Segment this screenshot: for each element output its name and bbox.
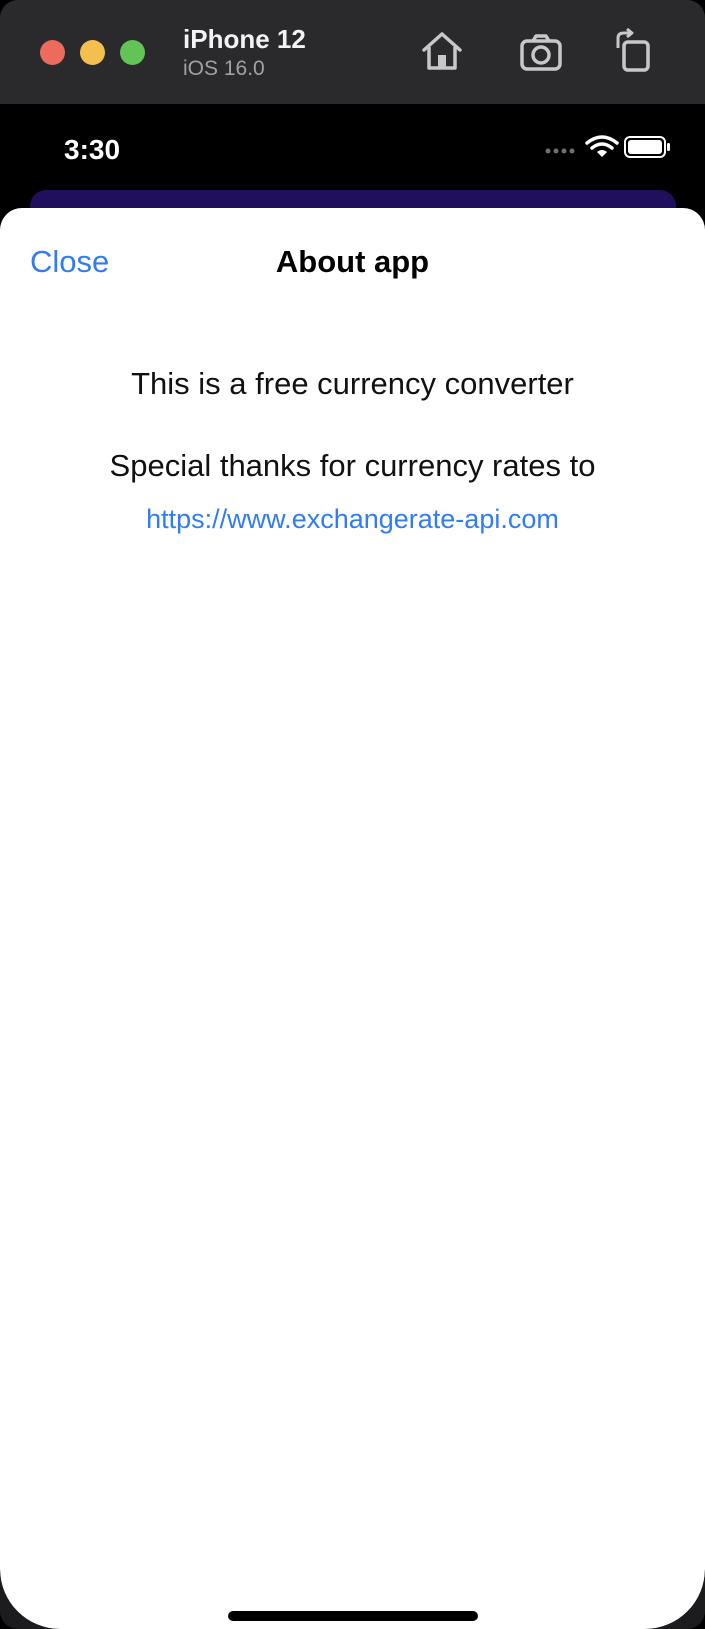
device-screen: 3:30 Close About app This is a free curr… <box>0 104 705 1629</box>
simulator-window: iPhone 12 iOS 16.0 3:30 Close About app … <box>0 0 705 1629</box>
minimize-window-button[interactable] <box>80 40 105 65</box>
rotate-icon[interactable] <box>610 27 658 76</box>
zoom-window-button[interactable] <box>120 40 145 65</box>
home-icon[interactable] <box>418 28 466 76</box>
description-text: This is a free currency converter <box>131 366 574 401</box>
about-sheet: Close About app This is a free currency … <box>0 208 705 1629</box>
sheet-title: About app <box>275 244 430 279</box>
screenshot-icon[interactable] <box>518 28 566 76</box>
close-window-button[interactable] <box>40 40 65 65</box>
cellular-dots-icon <box>545 148 575 154</box>
status-time: 3:30 <box>64 134 121 165</box>
thanks-text: Special thanks for currency rates to <box>109 448 596 483</box>
battery-icon <box>624 136 670 158</box>
simulator-titlebar: iPhone 12 iOS 16.0 <box>0 0 705 105</box>
exchange-rate-link[interactable]: https://www.exchangerate-api.com <box>0 504 705 535</box>
home-indicator[interactable] <box>228 1611 478 1621</box>
status-icons <box>545 134 675 164</box>
wifi-icon <box>585 135 619 157</box>
device-os-version: iOS 16.0 <box>183 57 265 80</box>
device-name: iPhone 12 <box>183 24 306 54</box>
